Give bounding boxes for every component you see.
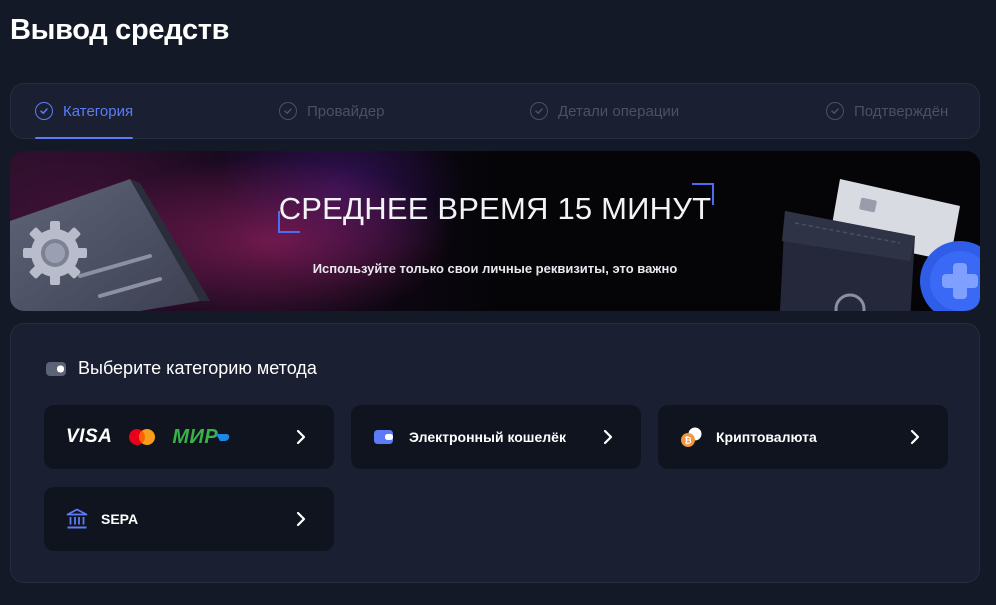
- step-label: Категория: [63, 102, 134, 120]
- bank-icon: [66, 508, 88, 529]
- mastercard-logo: [129, 429, 156, 445]
- svg-text:₿: ₿: [684, 436, 691, 447]
- step-operation-details[interactable]: Детали операции: [530, 84, 679, 138]
- method-card-sepa[interactable]: SEPA: [44, 487, 334, 551]
- wallet-illustration: [780, 179, 980, 311]
- mir-logo: МИР: [172, 426, 230, 449]
- promo-banner: СРЕДНЕЕ ВРЕМЯ 15 МИНУТ Используйте тольк…: [10, 151, 980, 311]
- chevron-right-icon: [910, 429, 920, 445]
- banner-title: СРЕДНЕЕ ВРЕМЯ 15 МИНУТ: [278, 191, 712, 226]
- banner-subtitle: Используйте только свои личные реквизиты…: [312, 261, 678, 276]
- page-title: Вывод средств: [10, 14, 230, 46]
- method-label: Криптовалюта: [716, 429, 817, 445]
- step-provider[interactable]: Провайдер: [279, 84, 384, 138]
- wallet-toggle-icon: [46, 361, 66, 376]
- check-circle-icon: [35, 102, 53, 120]
- method-card-bank-cards[interactable]: VISA МИР: [44, 405, 334, 469]
- method-panel: Выберите категорию метода VISA МИР Элект…: [10, 323, 980, 583]
- chevron-right-icon: [603, 429, 613, 445]
- step-category[interactable]: Категория: [35, 84, 134, 139]
- step-label: Провайдер: [307, 102, 385, 120]
- check-circle-icon: [279, 102, 297, 120]
- chevron-right-icon: [296, 511, 306, 527]
- crypto-coins-icon: ₿: [681, 427, 702, 447]
- mir-logo-text: МИР: [172, 425, 219, 448]
- step-confirmed[interactable]: Подтверждён: [826, 84, 948, 138]
- step-label: Детали операции: [558, 102, 680, 120]
- method-card-crypto[interactable]: ₿ Криптовалюта: [658, 405, 948, 469]
- method-panel-title: Выберите категорию метода: [78, 358, 317, 378]
- step-label: Подтверждён: [854, 102, 949, 120]
- method-label: Электронный кошелёк: [409, 429, 566, 445]
- check-circle-icon: [530, 102, 548, 120]
- method-card-ewallet[interactable]: Электронный кошелёк: [351, 405, 641, 469]
- wallet-icon: [374, 430, 393, 444]
- method-label: SEPA: [101, 511, 139, 527]
- visa-logo: VISA: [66, 426, 113, 447]
- stepper: Категория Провайдер Детали операции Подт…: [10, 83, 980, 139]
- chevron-right-icon: [296, 429, 306, 445]
- card-gear-illustration: [10, 179, 210, 311]
- method-panel-header: Выберите категорию метода: [46, 358, 317, 379]
- check-circle-icon: [826, 102, 844, 120]
